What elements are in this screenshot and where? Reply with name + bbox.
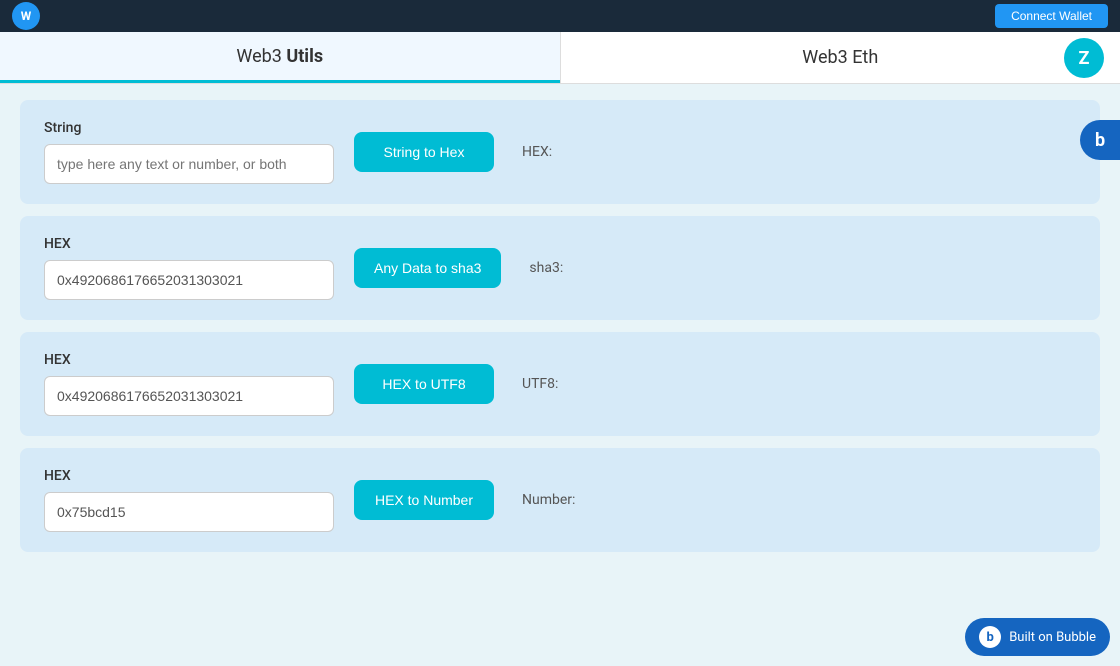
hex-input-3[interactable]	[44, 376, 334, 416]
built-on-bubble-badge[interactable]: b Built on Bubble	[965, 618, 1110, 656]
hex-label-3: HEX	[44, 352, 334, 368]
hex-to-utf8-card: HEX HEX to UTF8 UTF8:	[20, 332, 1100, 436]
string-input[interactable]	[44, 144, 334, 184]
card-left-1: String	[44, 120, 334, 184]
bubble-side-icon[interactable]: b	[1080, 120, 1120, 160]
card-left-4: HEX	[44, 468, 334, 532]
nav-logo: W	[12, 2, 40, 30]
sha3-result-label: sha3:	[529, 260, 563, 276]
hex-result-label: HEX:	[522, 144, 552, 160]
card-left-2: HEX	[44, 236, 334, 300]
card-left-3: HEX	[44, 352, 334, 416]
tab-web3eth[interactable]: Web3 Eth	[561, 32, 1120, 83]
bubble-badge-icon: b	[979, 626, 1001, 648]
utf8-result-label: UTF8:	[522, 376, 558, 392]
connect-wallet-button[interactable]: Connect Wallet	[995, 4, 1108, 28]
hex-to-number-card: HEX HEX to Number Number:	[20, 448, 1100, 552]
hex-to-utf8-button[interactable]: HEX to UTF8	[354, 364, 494, 404]
hex-to-number-button[interactable]: HEX to Number	[354, 480, 494, 520]
top-nav: W Connect Wallet	[0, 0, 1120, 32]
hex-input-4[interactable]	[44, 492, 334, 532]
string-to-hex-card: String String to Hex HEX:	[20, 100, 1100, 204]
hex-input-2[interactable]	[44, 260, 334, 300]
string-label: String	[44, 120, 334, 136]
main-content: String String to Hex HEX: HEX Any Data t…	[0, 84, 1120, 568]
any-data-to-sha3-button[interactable]: Any Data to sha3	[354, 248, 501, 288]
hex-label-4: HEX	[44, 468, 334, 484]
string-to-hex-button[interactable]: String to Hex	[354, 132, 494, 172]
tab-z-icon[interactable]: Z	[1064, 38, 1104, 78]
any-data-to-sha3-card: HEX Any Data to sha3 sha3:	[20, 216, 1100, 320]
tab-bar: Web3 Utils Web3 Eth Z	[0, 32, 1120, 84]
tab-web3utils[interactable]: Web3 Utils	[0, 32, 560, 83]
hex-label-2: HEX	[44, 236, 334, 252]
number-result-label: Number:	[522, 492, 575, 508]
